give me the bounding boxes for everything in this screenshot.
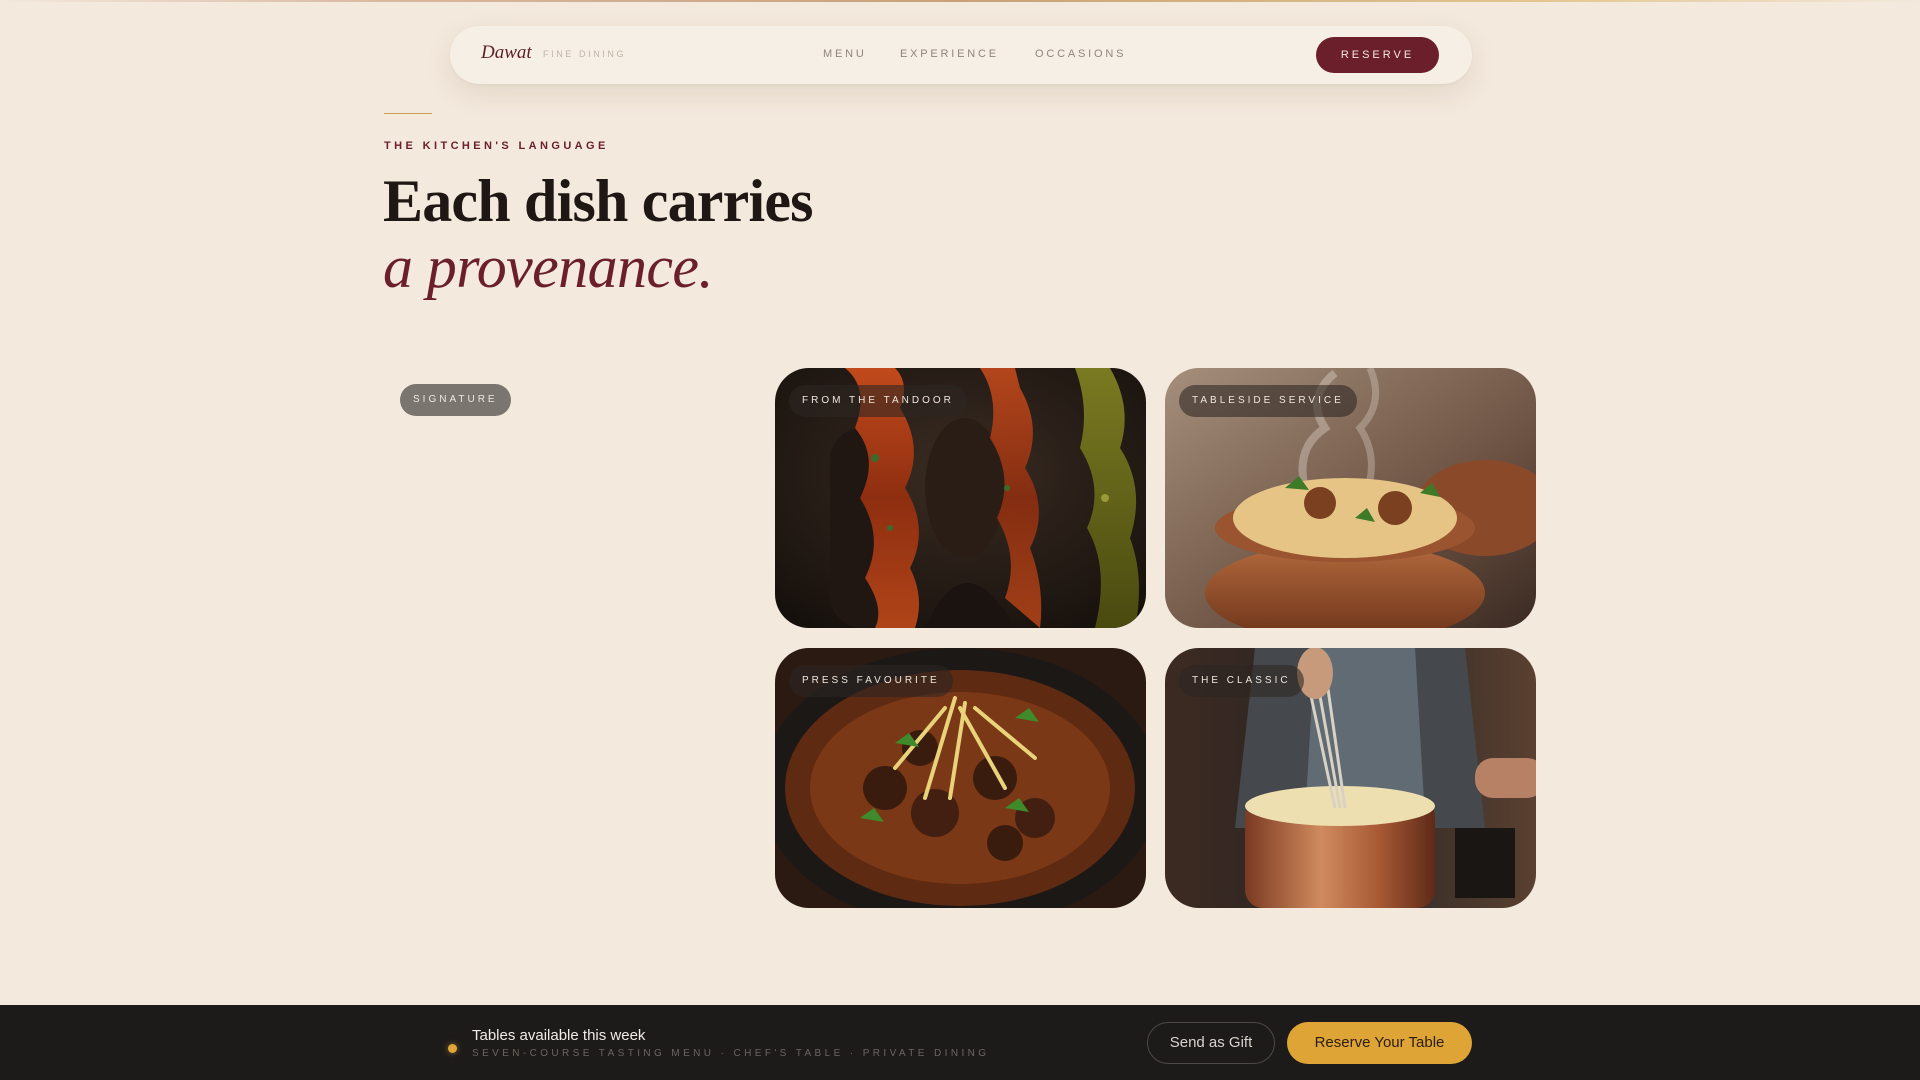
- top-accent-line: [0, 0, 1920, 2]
- brand-tagline: FINE DINING: [543, 49, 627, 59]
- availability-subtitle: SEVEN-COURSE TASTING MENU · CHEF'S TABLE…: [472, 1048, 990, 1059]
- brand-logo[interactable]: Dawat: [481, 42, 532, 64]
- top-navigation: Dawat FINE DINING MENU EXPERIENCE OCCASI…: [450, 26, 1472, 84]
- availability-dot-icon: [448, 1044, 457, 1053]
- nav-link-menu[interactable]: MENU: [823, 48, 867, 60]
- card-tag-classic: THE CLASSIC: [1179, 665, 1304, 697]
- headline: Each dish carries: [383, 168, 814, 234]
- gallery-card-tandoor[interactable]: FROM THE TANDOOR: [775, 368, 1146, 628]
- gallery-card-classic[interactable]: THE CLASSIC: [1165, 648, 1536, 908]
- eyebrow-rule: [384, 113, 432, 114]
- reserve-button[interactable]: RESERVE: [1316, 37, 1439, 73]
- availability-title: Tables available this week: [472, 1027, 646, 1044]
- gallery-card-press[interactable]: PRESS FAVOURITE: [775, 648, 1146, 908]
- signature-tag: SIGNATURE: [400, 384, 511, 416]
- section-eyebrow: THE KITCHEN'S LANGUAGE: [384, 140, 609, 152]
- gallery-card-tableside[interactable]: TABLESIDE SERVICE: [1165, 368, 1536, 628]
- card-tag-tableside: TABLESIDE SERVICE: [1179, 385, 1357, 417]
- headline-emphasis: a provenance.: [383, 234, 713, 300]
- nav-link-experience[interactable]: EXPERIENCE: [900, 48, 999, 60]
- nav-link-occasions[interactable]: OCCASIONS: [1035, 48, 1126, 60]
- reserve-your-table-button[interactable]: Reserve Your Table: [1287, 1022, 1472, 1064]
- card-tag-tandoor: FROM THE TANDOOR: [789, 385, 967, 417]
- card-tag-press: PRESS FAVOURITE: [789, 665, 953, 697]
- send-as-gift-button[interactable]: Send as Gift: [1147, 1022, 1275, 1064]
- bottom-booking-bar: Tables available this week SEVEN-COURSE …: [0, 1005, 1920, 1080]
